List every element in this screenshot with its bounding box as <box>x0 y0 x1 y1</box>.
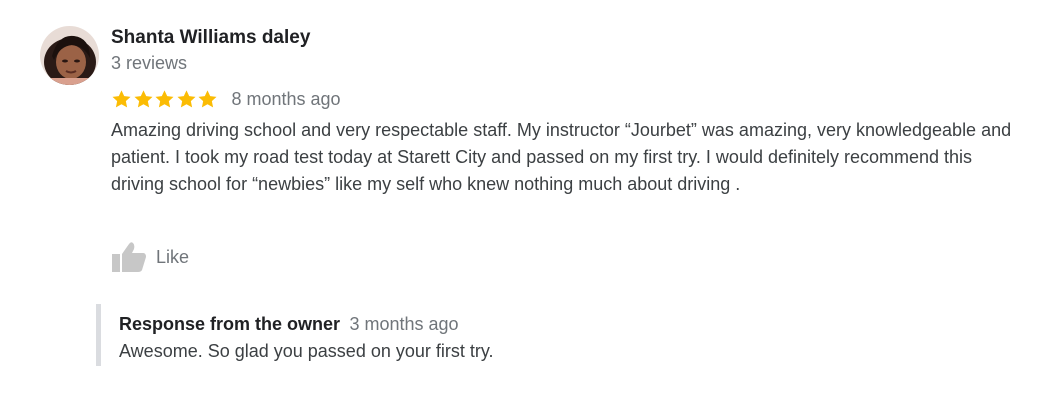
avatar-image <box>40 26 99 85</box>
star-icon <box>198 89 217 107</box>
owner-response: Response from the owner 3 months ago Awe… <box>96 304 801 366</box>
review-time: 8 months ago <box>231 88 341 109</box>
author-name[interactable]: Shanta Williams daley <box>111 27 310 49</box>
rating-row: 8 months ago <box>111 86 341 112</box>
review-count[interactable]: 3 reviews <box>111 53 187 74</box>
owner-response-heading: Response from the owner 3 months ago <box>119 314 459 335</box>
star-icon <box>176 89 196 107</box>
review-text: Amazing driving school and very respecta… <box>111 120 1012 194</box>
owner-response-text: Awesome. So glad you passed on your firs… <box>119 341 494 361</box>
star-icon <box>112 89 131 107</box>
owner-response-time: 3 months ago <box>349 314 459 334</box>
star-icon <box>155 89 174 107</box>
star-rating <box>111 89 219 110</box>
like-label: Like <box>156 246 190 267</box>
like-button[interactable]: Like <box>111 240 189 274</box>
review-card: Shanta Williams daley 3 reviews 8 months… <box>0 0 1043 418</box>
thumbs-up-icon <box>112 242 146 272</box>
owner-response-label: Response from the owner <box>119 314 341 334</box>
star-icon <box>133 89 153 107</box>
avatar[interactable] <box>40 26 99 85</box>
